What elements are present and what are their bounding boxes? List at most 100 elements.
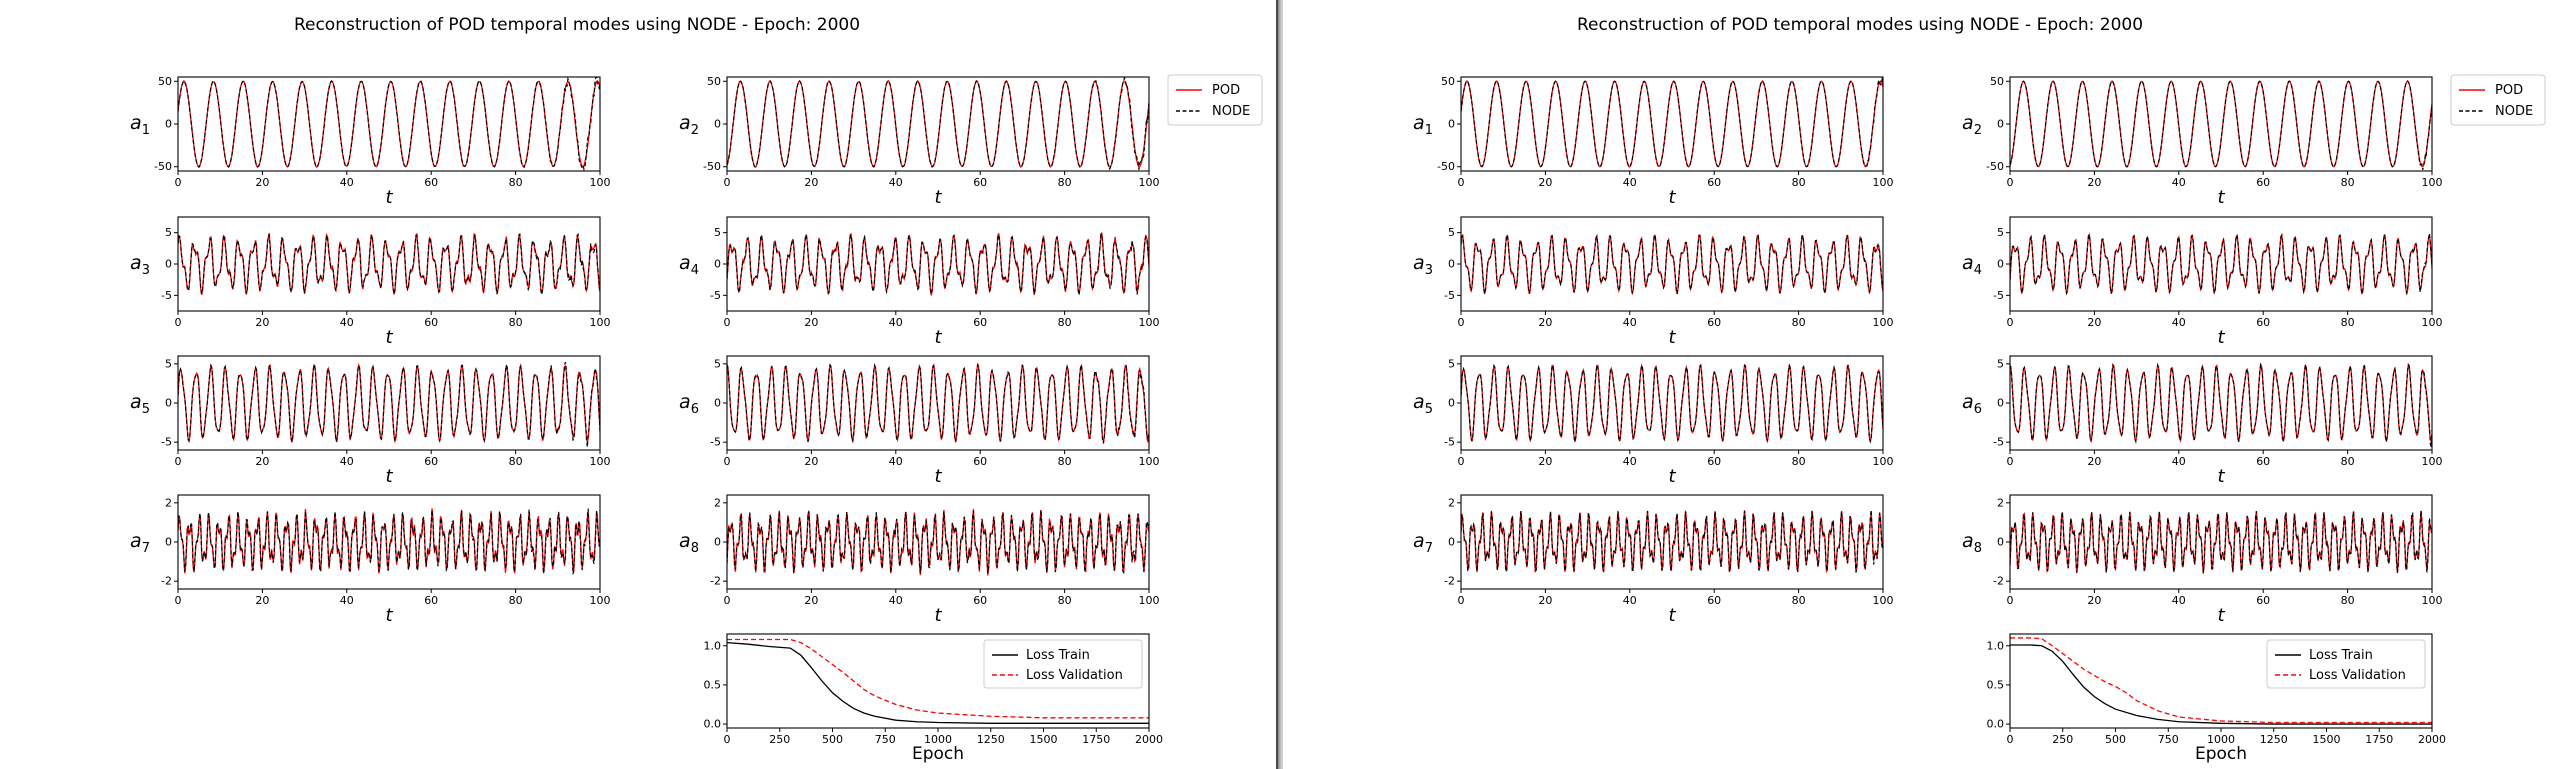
y-tick-label: -5 [1993, 436, 2004, 449]
axes-frame [726, 216, 1150, 312]
mode-subplot-a3: -5 0 5 0 20 40 60 80 100 t a3 [130, 216, 611, 348]
axes-frame [2009, 355, 2433, 451]
x-tick-label: 2000 [2418, 733, 2446, 746]
x-tick-label: 0 [724, 455, 731, 468]
figure-canvas-right: Reconstruction of POD temporal modes usi… [1413, 15, 2546, 764]
y-tick-label: 0 [1448, 118, 1455, 131]
x-tick-label: 80 [1058, 594, 1072, 607]
x-tick-label: 0 [2007, 316, 2014, 329]
y-tick-label: -2 [710, 575, 721, 588]
x-tick-label: 0 [724, 733, 731, 746]
x-tick-label: 20 [1538, 316, 1552, 329]
y-tick-label: 50 [707, 75, 721, 88]
y-tick-label: -5 [1444, 436, 1455, 449]
y-axis-label: a1 [1413, 112, 1433, 138]
y-tick-label: -50 [1437, 160, 1455, 173]
legend-label-loss-train: Loss Train [1026, 648, 1090, 663]
y-tick-label: 0 [1997, 536, 2004, 549]
x-tick-label: 40 [2172, 176, 2186, 189]
x-axis-label: t [385, 605, 393, 626]
axes-frame [177, 76, 601, 172]
x-axis-label: t [1668, 187, 1676, 208]
series-pod-line [178, 232, 600, 295]
y-tick-label: 0 [714, 397, 721, 410]
series-node-line [2010, 80, 2432, 170]
axes-frame [726, 76, 1150, 172]
x-tick-label: 40 [2172, 316, 2186, 329]
figure-title: Reconstruction of POD temporal modes usi… [1577, 15, 2143, 35]
series-pod-line [1461, 80, 1883, 168]
series-pod-line [727, 79, 1149, 169]
x-tick-label: 40 [2172, 455, 2186, 468]
x-tick-label: 20 [255, 455, 269, 468]
x-tick-label: 1500 [2313, 733, 2341, 746]
axes-frame [2009, 216, 2433, 312]
modes-legend: POD NODE [2450, 74, 2546, 126]
legend-label-node: NODE [1212, 104, 1250, 119]
y-axis-label: a4 [679, 252, 699, 278]
x-axis-label: t [1668, 327, 1676, 348]
x-tick-label: 20 [255, 594, 269, 607]
x-tick-label: 0 [2007, 176, 2014, 189]
x-tick-label: 100 [1873, 455, 1894, 468]
axes-frame [1460, 76, 1884, 172]
x-tick-label: 60 [973, 316, 987, 329]
x-axis-label: t [1668, 466, 1676, 487]
series-node-line [178, 232, 600, 295]
x-tick-label: 20 [1538, 176, 1552, 189]
y-tick-label: -5 [161, 289, 172, 302]
legend-label-loss-validation: Loss Validation [2309, 668, 2406, 683]
x-axis-label: t [934, 605, 942, 626]
x-tick-label: 60 [973, 455, 987, 468]
axes-frame [2009, 76, 2433, 172]
x-axis-label: t [385, 327, 393, 348]
x-axis-label: t [2217, 187, 2225, 208]
y-tick-label: 50 [1990, 75, 2004, 88]
x-tick-label: 20 [255, 176, 269, 189]
mode-subplot-a3: -5 0 5 0 20 40 60 80 100 t a3 [1413, 216, 1894, 348]
y-tick-label: 0 [165, 258, 172, 271]
x-tick-label: 100 [1139, 316, 1160, 329]
x-tick-label: 1250 [977, 733, 1005, 746]
loss-subplot: 0.00.51.00 250 500 750 1000 1250 1500 1750 2000E… [1987, 633, 2446, 764]
x-tick-label: 0 [2007, 594, 2014, 607]
x-tick-label: 40 [1623, 455, 1637, 468]
x-tick-label: 0 [175, 594, 182, 607]
y-tick-label: -5 [161, 436, 172, 449]
x-tick-label: 0 [724, 594, 731, 607]
y-tick-label: 5 [714, 357, 721, 370]
x-axis-label: t [934, 466, 942, 487]
series-node-line [1461, 77, 1883, 168]
x-axis-label: t [934, 187, 942, 208]
y-tick-label: 5 [1448, 226, 1455, 239]
x-tick-label: 0 [1458, 594, 1465, 607]
series-node-line [178, 508, 600, 575]
y-tick-label: 0 [714, 118, 721, 131]
x-tick-label: 80 [509, 455, 523, 468]
x-tick-label: 40 [1623, 316, 1637, 329]
y-axis-label: a5 [130, 391, 150, 417]
y-tick-label: -5 [710, 289, 721, 302]
x-tick-label: 20 [1538, 455, 1552, 468]
x-tick-label: 20 [2087, 176, 2101, 189]
screen: Reconstruction of POD temporal modes usi… [0, 0, 2559, 769]
y-tick-label: -50 [1986, 160, 2004, 173]
y-axis-label: a8 [1962, 530, 1982, 556]
y-tick-label: 0 [714, 536, 721, 549]
y-tick-label: 0 [1448, 397, 1455, 410]
x-tick-label: 100 [590, 594, 611, 607]
y-tick-label: -2 [1444, 575, 1455, 588]
y-tick-label: -2 [161, 575, 172, 588]
y-tick-label: 0 [165, 397, 172, 410]
x-tick-label: 80 [509, 316, 523, 329]
y-tick-label: 2 [165, 496, 172, 509]
loss-subplot: 0.00.51.00 250 500 750 1000 1250 1500 1750 2000E… [704, 633, 1163, 764]
mode-subplot-a8: -2020 20 40 60 80 100ta8 [1962, 494, 2443, 626]
x-tick-label: 100 [590, 455, 611, 468]
y-tick-label: 50 [1441, 75, 1455, 88]
y-tick-label: 5 [165, 357, 172, 370]
y-tick-label: 2 [714, 496, 721, 509]
x-tick-label: 20 [804, 455, 818, 468]
y-tick-label: 1.0 [704, 639, 722, 652]
x-tick-label: 80 [2341, 594, 2355, 607]
